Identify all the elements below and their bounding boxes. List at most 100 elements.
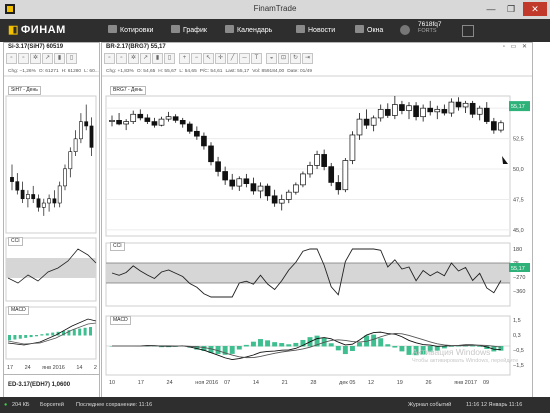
candle-body: [321, 154, 327, 167]
date-axis-label: 17: [138, 380, 144, 386]
main-macd-tag[interactable]: MACD: [110, 316, 131, 325]
candle-body: [222, 171, 228, 181]
candle-body: [342, 160, 349, 191]
date-axis-label: 09: [483, 380, 489, 386]
macd-histogram-bar: [349, 346, 355, 351]
candle-body: [483, 107, 490, 122]
candle-body: [420, 107, 426, 118]
candle-body: [455, 101, 462, 108]
left-macd-histogram-bar: [45, 333, 49, 336]
candle-body: [194, 130, 200, 137]
candle-body: [151, 121, 158, 126]
account-id: 7618fq7: [418, 21, 442, 28]
left-candle-body: [68, 151, 73, 170]
left-macd-histogram-bar: [8, 335, 11, 341]
toolbar-chart-label: График: [183, 27, 207, 34]
left-candle-body: [89, 125, 94, 148]
toolbar-quotes-button[interactable]: Котировки: [108, 24, 153, 37]
candle-body: [498, 122, 504, 131]
candle-body: [144, 117, 151, 122]
status-datetime: 11:16 12 Январь 11:16: [466, 402, 523, 408]
candle-body: [137, 113, 144, 119]
price-axis-label: 47,5: [513, 197, 524, 203]
toolbar-chart-button[interactable]: График: [171, 24, 207, 37]
date-axis-label: янв 2017: [454, 380, 477, 386]
settings-icon[interactable]: [462, 25, 474, 37]
calendar-icon: [225, 25, 234, 33]
main-cci-tag[interactable]: CCI: [110, 242, 125, 251]
maximize-button[interactable]: ❐: [502, 2, 520, 16]
left-chart-tag[interactable]: SiH7 - День: [8, 86, 41, 95]
macd-histogram-bar: [328, 343, 334, 347]
candle-body: [406, 105, 412, 111]
finam-logo-text: ФИНАМ: [20, 24, 66, 36]
toolbar-news-button[interactable]: Новости: [296, 24, 335, 37]
macd-axis-label: −0,5: [513, 348, 524, 354]
macd-histogram-bar: [335, 346, 341, 351]
news-icon: [296, 25, 305, 33]
left-chart-canvas[interactable]: [4, 43, 99, 398]
date-axis-label: 21: [282, 380, 288, 386]
left-macd-histogram-bar: [83, 327, 87, 336]
candle-body: [441, 109, 448, 114]
left-footer-title: ED-3.17(EDH7) 1,0600: [8, 382, 71, 388]
macd-histogram-bar: [293, 342, 299, 347]
candle-body: [427, 107, 434, 113]
candle-body: [116, 119, 122, 125]
close-button[interactable]: ✕: [523, 2, 547, 16]
date-axis-label: 10: [109, 380, 115, 386]
left-candle-body: [25, 194, 30, 200]
macd-histogram-bar: [406, 346, 412, 355]
left-cci-tag[interactable]: CCI: [8, 237, 23, 246]
left-candle-body: [79, 121, 83, 140]
main-chart-tag[interactable]: BRG7 - День: [110, 86, 146, 95]
candle-body: [285, 191, 292, 200]
left-footer: ED-3.17(EDH7) 1,0600: [4, 374, 99, 398]
user-avatar-icon[interactable]: [400, 25, 410, 35]
finam-logo-mark: ◧: [8, 24, 19, 36]
date-axis-label: 07: [224, 380, 230, 386]
candle-body: [215, 161, 221, 172]
date-axis-label: 12: [368, 380, 374, 386]
candle-body: [349, 134, 356, 161]
macd-histogram-bar: [229, 346, 235, 354]
cci-axis-label: −270: [513, 275, 525, 281]
main-chart-canvas[interactable]: 55,052,550,047,545,055,1718075−270−36055…: [102, 43, 532, 398]
left-macd-histogram-bar: [72, 329, 76, 336]
left-macd-histogram-bar: [24, 335, 28, 338]
left-chart-panel: Si-3.17(SiH7) 60519 ▫ ▫ ✲ ↗ ▮ ▯ Chg: −1,26% O:…: [3, 42, 100, 399]
minimize-button[interactable]: —: [482, 2, 500, 16]
left-macd-line: [7, 318, 97, 346]
left-macd-histogram-bar: [18, 335, 22, 339]
candle-body: [335, 182, 342, 191]
macd-histogram-bar: [265, 340, 271, 347]
candle-body: [314, 154, 320, 166]
candle-body: [201, 135, 207, 147]
date-axis-label: 14: [253, 380, 259, 386]
macd-histogram-bar: [357, 342, 362, 347]
candle-body: [243, 178, 250, 185]
left-macd-tag[interactable]: MACD: [8, 306, 29, 315]
candle-body: [250, 183, 257, 192]
left-price-pane-frame: [5, 95, 97, 234]
candle-body: [370, 117, 377, 126]
left-candle-body: [15, 181, 20, 191]
macd-axis-label: 0,3: [513, 333, 521, 339]
windows-activation-watermark: Активация Windows: [412, 347, 491, 357]
macd-axis-label: 1,5: [513, 318, 521, 324]
candle-body: [491, 121, 497, 131]
candle-body: [264, 185, 271, 197]
status-mode: Борсетей: [40, 402, 64, 408]
cci-value-label: 55,17: [511, 266, 525, 272]
status-journal-link[interactable]: Журнал событий: [408, 402, 451, 408]
candle-body: [476, 107, 483, 115]
connection-status-icon: ●: [4, 402, 8, 408]
account-info[interactable]: 7618fq7 FORTS: [418, 21, 442, 34]
candle-body: [469, 102, 476, 115]
toolbar-windows-button[interactable]: Окна: [355, 24, 383, 37]
title-bar: FinamTrade — ❐ ✕: [0, 0, 550, 19]
toolbar-news-label: Новости: [308, 27, 336, 34]
macd-histogram-bar: [250, 341, 256, 347]
toolbar-calendar-button[interactable]: Календарь: [225, 24, 272, 37]
candle-body: [271, 195, 278, 204]
